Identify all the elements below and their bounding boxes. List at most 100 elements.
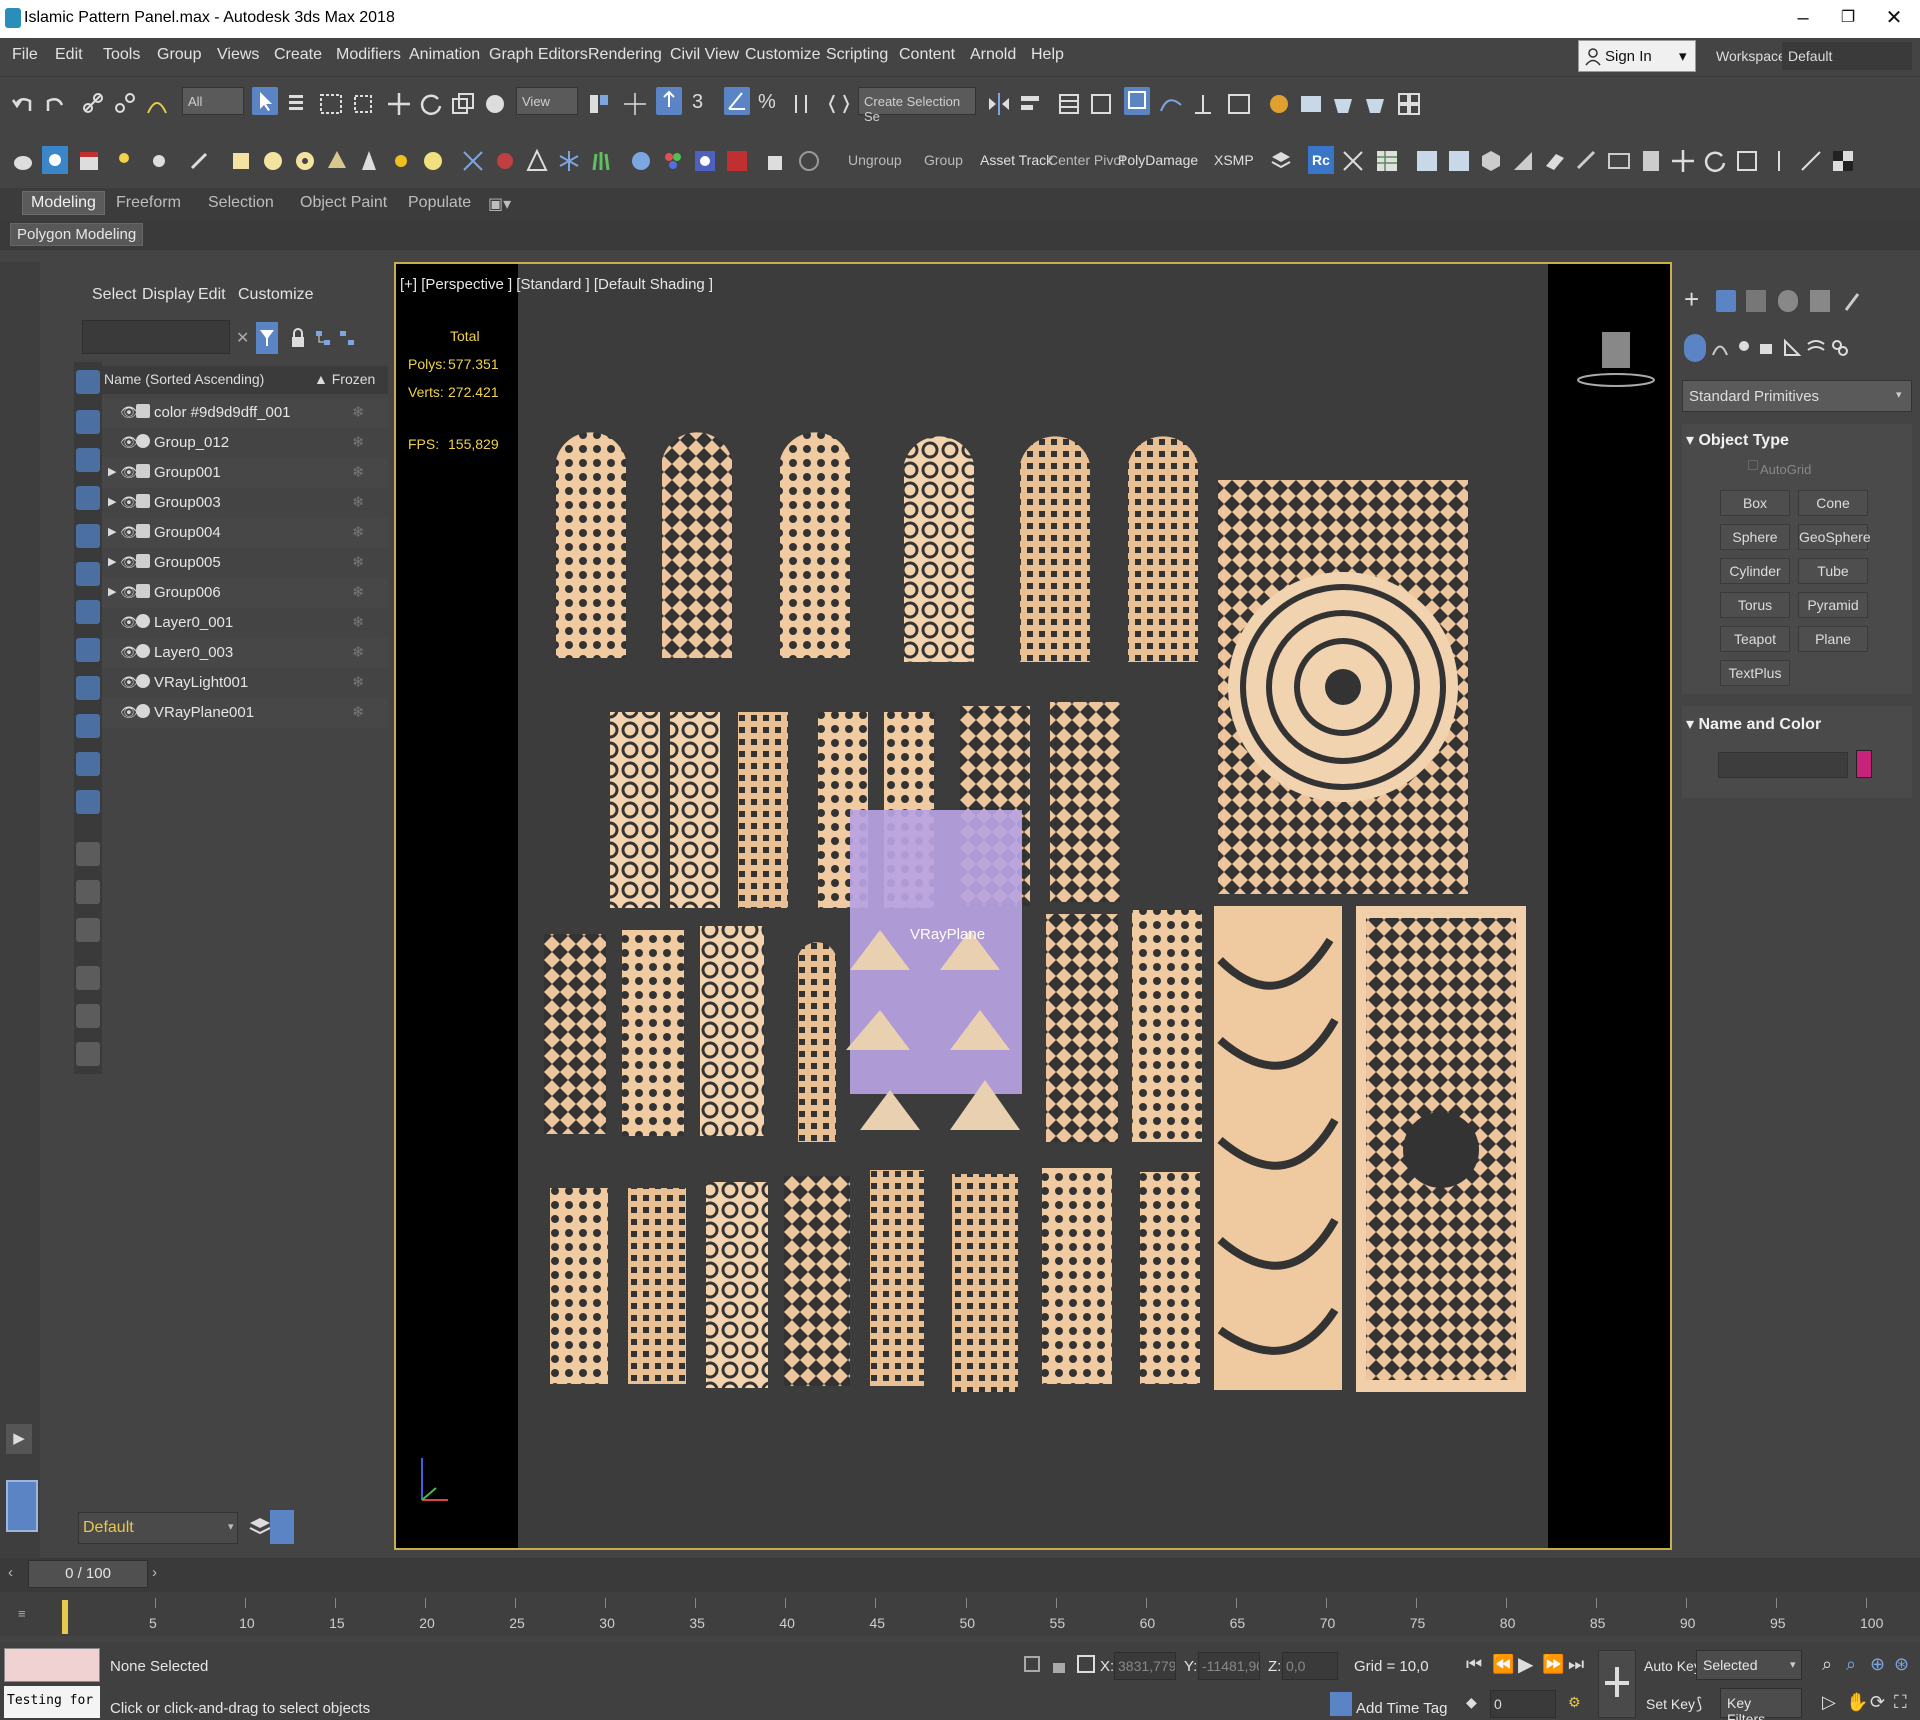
viewport-label[interactable]: [+] [Perspective ] [Standard ] [Default …: [400, 276, 713, 293]
box-icon[interactable]: [228, 148, 254, 176]
key-filters-button[interactable]: Key Filters...: [1720, 1688, 1802, 1720]
plane-button[interactable]: Plane: [1798, 626, 1868, 652]
hierarchy-icon[interactable]: [314, 328, 332, 352]
lattice-panel[interactable]: [1140, 1172, 1200, 1384]
center-pivot-button[interactable]: Center Pivot: [1048, 152, 1125, 168]
scene-explorer-row[interactable]: 👁 color #9d9d9dff_001 ❄: [102, 398, 388, 428]
menu-scripting[interactable]: Scripting: [826, 46, 888, 64]
align-icon[interactable]: [1018, 91, 1044, 119]
visibility-eye-icon[interactable]: 👁: [120, 554, 138, 570]
filter-groups-icon[interactable]: [76, 600, 100, 624]
cone-icon[interactable]: [356, 148, 382, 176]
filter-icon[interactable]: [256, 322, 278, 354]
lattice-panel[interactable]: [870, 1170, 924, 1386]
visibility-eye-icon[interactable]: 👁: [120, 404, 138, 420]
layer-explorer-icon[interactable]: [1056, 91, 1082, 119]
percent-snap-icon[interactable]: %: [758, 91, 784, 119]
material-icon[interactable]: [492, 148, 518, 176]
sphere-icon[interactable]: [260, 148, 286, 176]
menu-create[interactable]: Create: [274, 46, 322, 64]
modify-tab-icon[interactable]: [1716, 290, 1736, 312]
wedge-icon[interactable]: [1510, 148, 1536, 176]
select-object-icon[interactable]: [252, 87, 278, 115]
scene-explorer-row[interactable]: ▶ 👁 Group005 ❄: [102, 548, 388, 578]
scene-explorer-row[interactable]: 👁 Layer0_001 ❄: [102, 608, 388, 638]
clear-search-icon[interactable]: ✕: [236, 328, 249, 348]
lattice-panel[interactable]: [628, 1188, 686, 1384]
scene-explorer-row[interactable]: ▶ 👁 Group004 ❄: [102, 518, 388, 548]
visibility-eye-icon[interactable]: 👁: [120, 674, 138, 690]
freeze-icon[interactable]: ❄: [352, 553, 365, 571]
lattice-panel[interactable]: [798, 942, 836, 1142]
lock-icon[interactable]: [290, 328, 306, 352]
app-store-icon[interactable]: [42, 146, 68, 174]
mirror-icon[interactable]: [986, 91, 1012, 119]
y-coordinate-input[interactable]: -11481,908: [1198, 1652, 1260, 1680]
reference-coord-dropdown[interactable]: View: [516, 87, 578, 115]
lattice-panel[interactable]: [1132, 910, 1202, 1142]
filter-geometry-icon[interactable]: [76, 370, 100, 394]
layer-hierarchy-icon[interactable]: [338, 328, 356, 352]
menu-content[interactable]: Content: [899, 46, 955, 64]
lattice-panel[interactable]: [706, 1182, 768, 1388]
move-icon[interactable]: [386, 91, 412, 119]
visibility-eye-icon[interactable]: 👁: [120, 494, 138, 510]
key-mode-icon[interactable]: ◆: [1466, 1694, 1477, 1711]
filter-containers-icon[interactable]: [76, 714, 100, 738]
arched-panel[interactable]: [904, 436, 974, 662]
lattice-panel[interactable]: [670, 712, 720, 908]
symmetry-icon[interactable]: [1766, 148, 1792, 176]
group-button[interactable]: Group: [924, 152, 963, 168]
redo-icon[interactable]: [42, 91, 68, 119]
scene-panels[interactable]: [520, 400, 1530, 1400]
recap-button[interactable]: Rc: [1308, 146, 1334, 174]
lattice-panel[interactable]: [952, 1174, 1018, 1392]
explorer-menu-edit[interactable]: Edit: [198, 286, 226, 304]
spinner-snap-icon[interactable]: [788, 91, 814, 119]
menu-customize[interactable]: Customize: [745, 46, 821, 64]
snap-toggle-icon[interactable]: 3: [692, 91, 718, 119]
display-children-icon[interactable]: [76, 842, 100, 866]
unlink-icon[interactable]: [112, 91, 138, 119]
frame-buffer-icon[interactable]: [1396, 91, 1422, 119]
go-to-end-icon[interactable]: ⏭: [1568, 1654, 1584, 1675]
orbit-icon[interactable]: ⟳: [1870, 1692, 1885, 1713]
polydamage-button[interactable]: PolyDamage: [1118, 152, 1198, 168]
display-tab-icon[interactable]: [1810, 290, 1830, 312]
refresh-icon[interactable]: [1702, 148, 1728, 176]
visibility-eye-icon[interactable]: 👁: [120, 614, 138, 630]
angle-snap-icon[interactable]: [724, 87, 750, 115]
arched-panel[interactable]: [780, 432, 850, 658]
lattice-panel[interactable]: [544, 934, 606, 1134]
cone-button[interactable]: Cone: [1798, 490, 1868, 516]
selection-lock-icon[interactable]: [1050, 1654, 1068, 1674]
zoom-all-icon[interactable]: ⌕: [1846, 1654, 1856, 1675]
rendered-frame-icon[interactable]: [1298, 91, 1324, 119]
object-paint-icon[interactable]: [762, 148, 788, 176]
menu-arnold[interactable]: Arnold: [970, 46, 1016, 64]
layer-dropdown[interactable]: Default: [78, 1512, 238, 1544]
rotate-icon[interactable]: [418, 91, 444, 119]
create-tab-icon[interactable]: +: [1684, 284, 1699, 315]
filter-lights-icon[interactable]: [76, 448, 100, 472]
xsmp-button[interactable]: XSMP: [1214, 152, 1254, 168]
arched-panel[interactable]: [662, 432, 732, 658]
polygon-modeling-label[interactable]: Polygon Modeling: [10, 223, 144, 246]
menu-tools[interactable]: Tools: [103, 46, 140, 64]
scene-explorer-row[interactable]: 👁 Layer0_003 ❄: [102, 638, 388, 668]
arched-panel[interactable]: [1128, 436, 1198, 662]
filter-cameras-icon[interactable]: [76, 486, 100, 510]
systems-icon[interactable]: [1830, 338, 1850, 358]
visibility-eye-icon[interactable]: 👁: [120, 434, 138, 450]
texture-icon[interactable]: [692, 148, 718, 176]
view-front-icon[interactable]: [1446, 148, 1472, 176]
lattice-panel[interactable]: [700, 926, 764, 1136]
cameras-icon[interactable]: [1758, 338, 1778, 358]
lattice-panel[interactable]: [784, 1176, 850, 1386]
menu-help[interactable]: Help: [1031, 46, 1064, 64]
visibility-eye-icon[interactable]: 👁: [120, 584, 138, 600]
play-icon[interactable]: ▶: [1518, 1652, 1533, 1677]
scissors-icon[interactable]: [1340, 148, 1366, 176]
select-manipulate-icon[interactable]: [622, 91, 648, 119]
spacewarps-icon[interactable]: [1806, 338, 1826, 358]
